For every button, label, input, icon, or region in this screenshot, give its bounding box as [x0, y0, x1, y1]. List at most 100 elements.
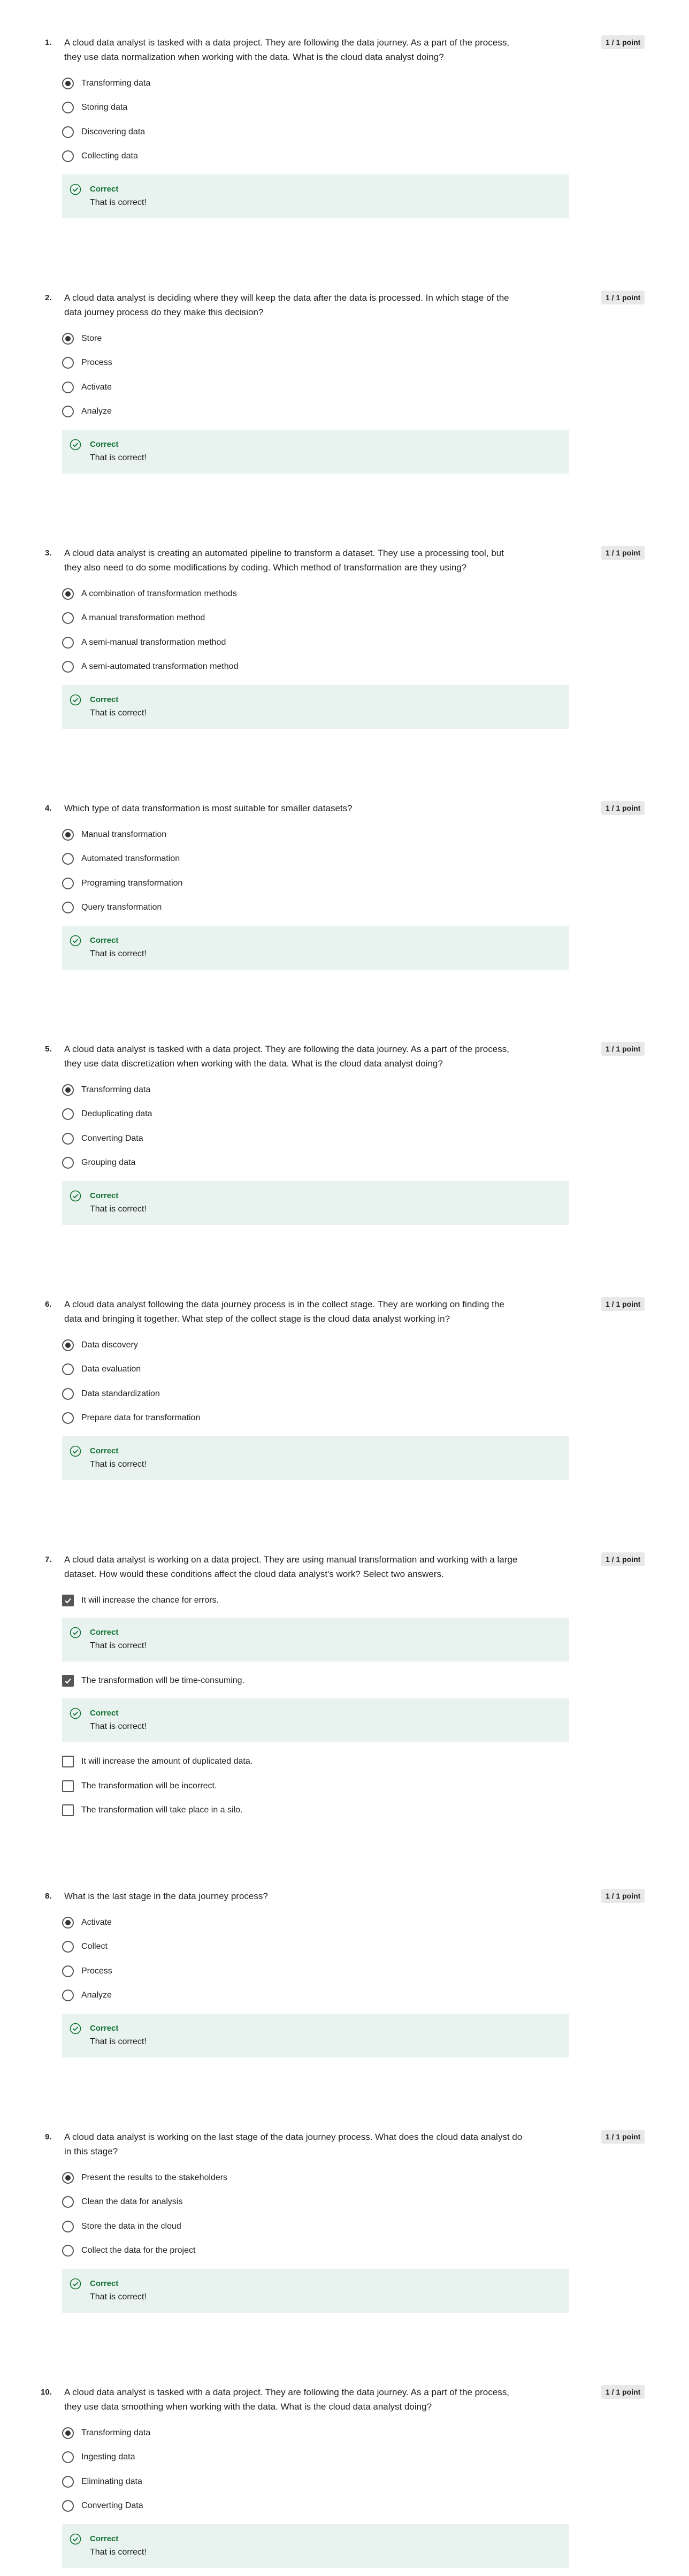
checkbox[interactable] — [62, 1675, 74, 1687]
check-circle-icon — [70, 439, 81, 451]
option-label: Analyze — [81, 1991, 112, 2000]
option-activate[interactable]: Activate — [62, 1916, 112, 1930]
option-grouping-data[interactable]: Grouping data — [62, 1156, 135, 1170]
option-transforming-data[interactable]: Transforming data — [62, 2426, 150, 2440]
radio-button[interactable] — [62, 902, 74, 913]
radio-button[interactable] — [62, 1388, 74, 1400]
option-process[interactable]: Process — [62, 356, 112, 370]
radio-button[interactable] — [62, 661, 74, 673]
option-time-consuming[interactable]: The transformation will be time-consumin… — [62, 1674, 244, 1688]
option-converting-data[interactable]: Converting Data — [62, 2499, 143, 2513]
option-data-standardization[interactable]: Data standardization — [62, 1387, 160, 1401]
radio-button[interactable] — [62, 1917, 74, 1929]
feedback-title: Correct — [90, 1446, 119, 1455]
radio-button[interactable] — [62, 1965, 74, 1977]
radio-button[interactable] — [62, 333, 74, 345]
option-transforming-data[interactable]: Transforming data — [62, 1083, 150, 1097]
radio-button[interactable] — [62, 1133, 74, 1145]
prompt-line: A cloud data analyst is deciding where t… — [64, 293, 509, 303]
radio-button[interactable] — [62, 2221, 74, 2232]
option-duplicated-data[interactable]: It will increase the amount of duplicate… — [62, 1755, 252, 1769]
checkbox[interactable] — [62, 1804, 74, 1816]
option-increase-errors[interactable]: It will increase the chance for errors. — [62, 1594, 219, 1607]
radio-button[interactable] — [62, 150, 74, 162]
option-present-results[interactable]: Present the results to the stakeholders — [62, 2171, 227, 2185]
radio-button[interactable] — [62, 637, 74, 649]
radio-button[interactable] — [62, 2500, 74, 2512]
radio-button[interactable] — [62, 1412, 74, 1424]
radio-button[interactable] — [62, 126, 74, 138]
radio-button[interactable] — [62, 1363, 74, 1375]
option-label: Data evaluation — [81, 1365, 141, 1374]
radio-button[interactable] — [62, 382, 74, 393]
radio-button[interactable] — [62, 78, 74, 89]
radio-button[interactable] — [62, 612, 74, 624]
option-label: Process — [81, 358, 112, 367]
option-label: A combination of transformation methods — [81, 589, 237, 598]
option-collect-data[interactable]: Collect the data for the project — [62, 2244, 195, 2258]
radio-button[interactable] — [62, 2245, 74, 2257]
option-analyze[interactable]: Analyze — [62, 405, 112, 418]
option-semi-manual-method[interactable]: A semi-manual transformation method — [62, 636, 226, 650]
prompt-line: A cloud data analyst is working on the l… — [64, 2132, 523, 2142]
option-data-discovery[interactable]: Data discovery — [62, 1338, 138, 1352]
checkbox[interactable] — [62, 1756, 74, 1767]
option-data-evaluation[interactable]: Data evaluation — [62, 1362, 141, 1376]
radio-button[interactable] — [62, 1990, 74, 2001]
option-programing-transformation[interactable]: Programing transformation — [62, 877, 182, 890]
radio-button[interactable] — [62, 1108, 74, 1120]
radio-button[interactable] — [62, 853, 74, 865]
feedback-text: That is correct! — [90, 198, 147, 207]
radio-button[interactable] — [62, 1084, 74, 1096]
radio-button[interactable] — [62, 1339, 74, 1351]
option-transforming-data[interactable]: Transforming data — [62, 77, 150, 90]
option-silo[interactable]: The transformation will take place in a … — [62, 1803, 242, 1817]
option-store-data[interactable]: Store the data in the cloud — [62, 2220, 181, 2234]
checkbox[interactable] — [62, 1780, 74, 1792]
option-automated-transformation[interactable]: Automated transformation — [62, 852, 180, 866]
feedback-correct: Correct That is correct! — [62, 1436, 569, 1480]
option-query-transformation[interactable]: Query transformation — [62, 901, 162, 914]
radio-button[interactable] — [62, 878, 74, 889]
option-combination-methods[interactable]: A combination of transformation methods — [62, 587, 237, 601]
checkbox[interactable] — [62, 1595, 74, 1606]
option-storing-data[interactable]: Storing data — [62, 101, 127, 115]
radio-button[interactable] — [62, 406, 74, 417]
radio-button[interactable] — [62, 2427, 74, 2439]
question-prompt: A cloud data analyst is tasked with a da… — [64, 35, 578, 64]
option-manual-method[interactable]: A manual transformation method — [62, 611, 205, 625]
option-deduplicating-data[interactable]: Deduplicating data — [62, 1107, 152, 1121]
option-converting-data[interactable]: Converting Data — [62, 1132, 143, 1146]
option-eliminating-data[interactable]: Eliminating data — [62, 2475, 142, 2489]
feedback-title: Correct — [90, 185, 119, 194]
option-store[interactable]: Store — [62, 332, 102, 346]
option-collect[interactable]: Collect — [62, 1940, 108, 1954]
option-activate[interactable]: Activate — [62, 380, 112, 394]
radio-button[interactable] — [62, 2451, 74, 2463]
radio-button[interactable] — [62, 2476, 74, 2488]
option-label: Eliminating data — [81, 2477, 142, 2486]
option-semi-automated-method[interactable]: A semi-automated transformation method — [62, 660, 238, 674]
radio-button[interactable] — [62, 1157, 74, 1169]
option-discovering-data[interactable]: Discovering data — [62, 125, 145, 139]
option-label: Collect the data for the project — [81, 2246, 196, 2255]
radio-button[interactable] — [62, 102, 74, 113]
radio-button[interactable] — [62, 829, 74, 841]
option-collecting-data[interactable]: Collecting data — [62, 149, 138, 163]
radio-button[interactable] — [62, 2172, 74, 2184]
option-clean-data[interactable]: Clean the data for analysis — [62, 2195, 182, 2209]
option-ingesting-data[interactable]: Ingesting data — [62, 2450, 135, 2464]
option-analyze[interactable]: Analyze — [62, 1988, 112, 2002]
prompt-line: they use data discretization when workin… — [64, 1058, 443, 1069]
radio-button[interactable] — [62, 2196, 74, 2208]
prompt-line: Which type of data transformation is mos… — [64, 803, 353, 813]
radio-button[interactable] — [62, 357, 74, 369]
option-manual-transformation[interactable]: Manual transformation — [62, 828, 166, 842]
radio-button[interactable] — [62, 588, 74, 600]
option-prepare-data[interactable]: Prepare data for transformation — [62, 1411, 200, 1425]
option-process[interactable]: Process — [62, 1964, 112, 1978]
radio-button[interactable] — [62, 1941, 74, 1953]
option-incorrect[interactable]: The transformation will be incorrect. — [62, 1779, 217, 1793]
check-circle-icon — [70, 1190, 81, 1202]
question-prompt: A cloud data analyst is tasked with a da… — [64, 1042, 578, 1071]
